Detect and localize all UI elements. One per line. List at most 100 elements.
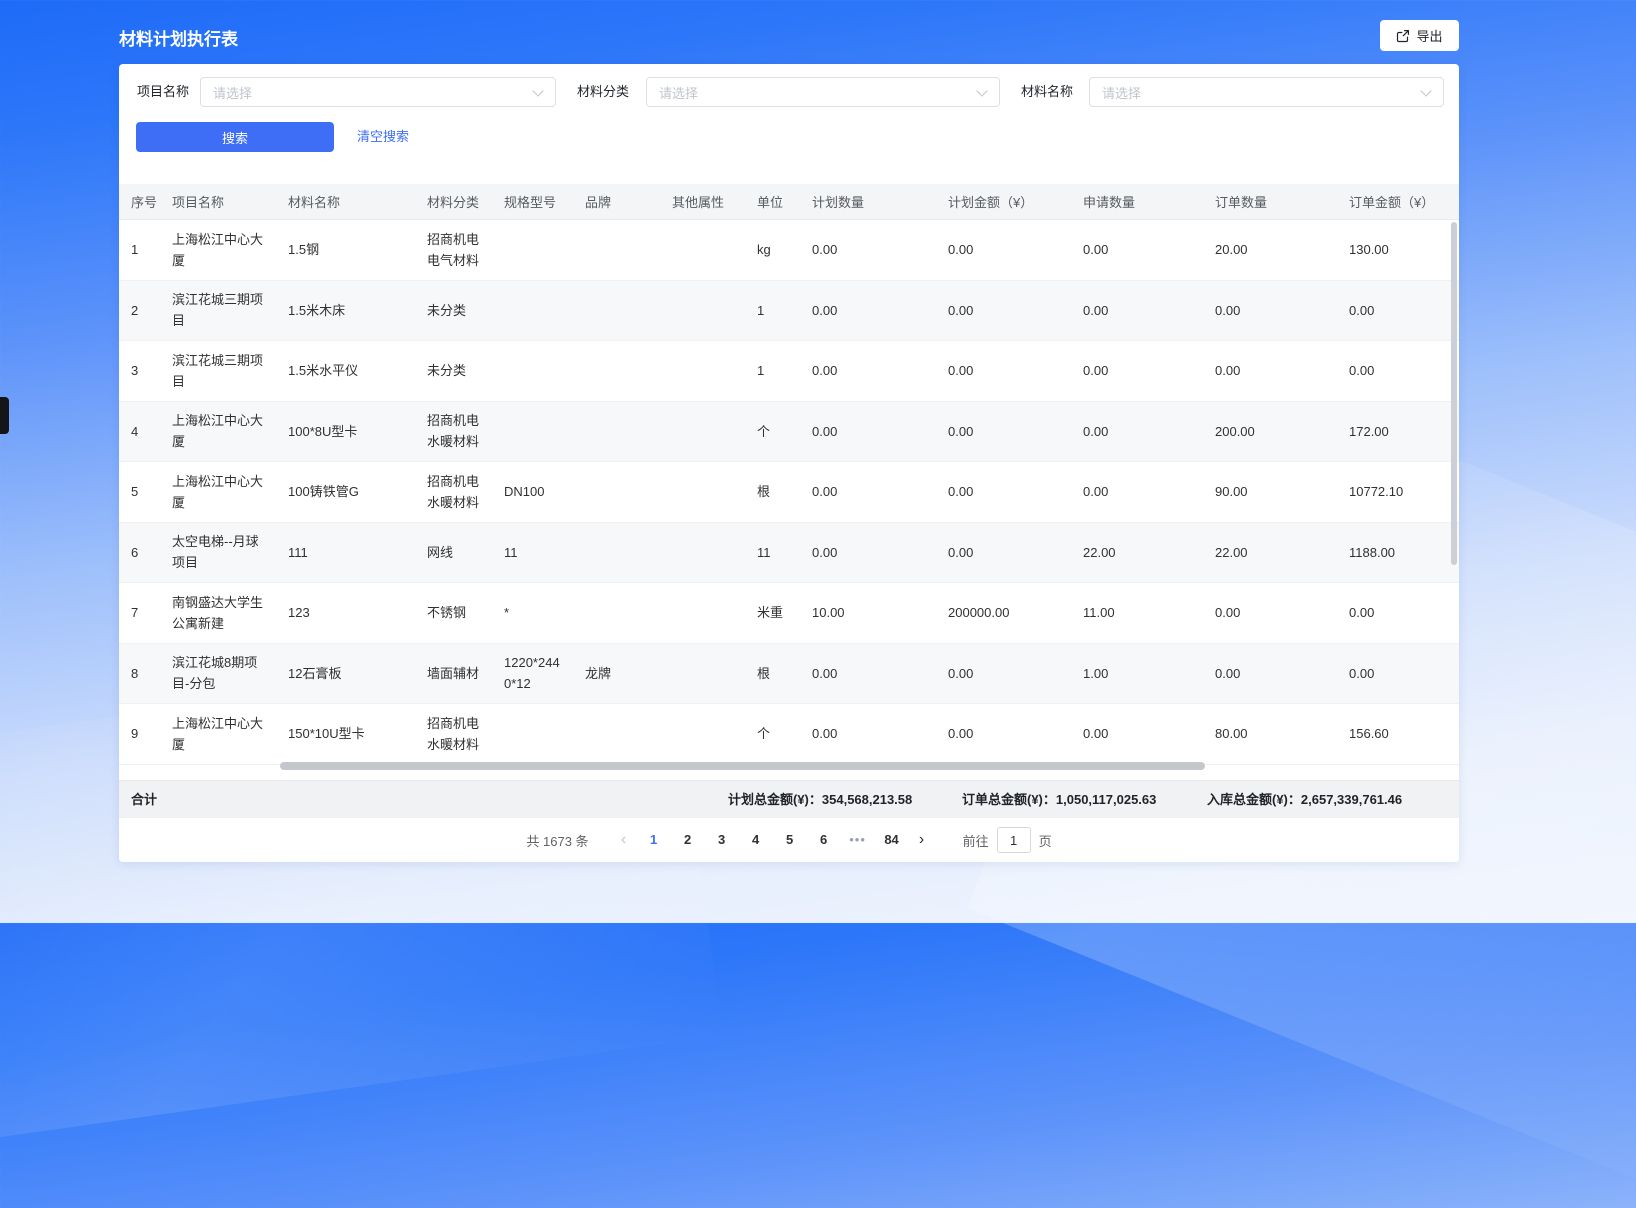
table-cell: 1	[745, 341, 800, 401]
pagination-page[interactable]: 84	[877, 826, 907, 854]
table-cell: 100*8U型卡	[276, 402, 415, 462]
drawer-toggle[interactable]	[0, 397, 9, 434]
table-cell: 0.00	[800, 704, 936, 764]
table-cell: 滨江花城三期项目	[160, 281, 276, 341]
material-name-select[interactable]: 请选择	[1089, 77, 1444, 107]
table-cell: 滨江花城三期项目	[160, 341, 276, 401]
table-cell: 200.00	[1203, 402, 1337, 462]
search-button[interactable]: 搜索	[136, 122, 334, 152]
table-cell: 滨江花城8期项目-分包	[160, 644, 276, 704]
table-cell: 0.00	[800, 462, 936, 522]
table-cell: 0.00	[1203, 644, 1337, 704]
clear-search-link[interactable]: 清空搜索	[357, 122, 409, 152]
table-cell: 0.00	[936, 402, 1071, 462]
pagination-next-button[interactable]: ›	[909, 831, 935, 849]
goto-label: 前往	[963, 831, 989, 850]
column-header: 计划数量	[800, 184, 936, 219]
column-header: 订单数量	[1203, 184, 1337, 219]
table-cell: 22.00	[1203, 523, 1337, 583]
chevron-down-icon	[1420, 85, 1431, 96]
table-cell: 0.00	[1337, 583, 1459, 643]
table-cell	[573, 462, 660, 522]
table-cell	[573, 523, 660, 583]
table-cell: 0.00	[800, 523, 936, 583]
table-row: 8滨江花城8期项目-分包12石膏板墙面辅材1220*2440*12龙牌根0.00…	[119, 644, 1459, 705]
pagination-page[interactable]: 2	[673, 826, 703, 854]
table-cell: 上海松江中心大厦	[160, 462, 276, 522]
table-row: 2滨江花城三期项目1.5米木床未分类10.000.000.000.000.00	[119, 281, 1459, 342]
table-cell: 0.00	[800, 220, 936, 280]
table-cell: 11	[745, 523, 800, 583]
pagination-page[interactable]: 3	[707, 826, 737, 854]
table-cell: 太空电梯--月球项目	[160, 523, 276, 583]
table-row: 5上海松江中心大厦100铸铁管G招商机电水暖材料DN100根0.000.000.…	[119, 462, 1459, 523]
table-cell	[573, 341, 660, 401]
table-cell: 0.00	[1203, 583, 1337, 643]
column-header: 项目名称	[160, 184, 276, 219]
table-cell: 200000.00	[936, 583, 1071, 643]
table-cell: 150*10U型卡	[276, 704, 415, 764]
column-header: 品牌	[573, 184, 660, 219]
table-cell: 0.00	[1071, 462, 1203, 522]
table-cell: 10772.10	[1337, 462, 1459, 522]
column-header: 材料分类	[415, 184, 492, 219]
table-cell: 20.00	[1203, 220, 1337, 280]
table-cell	[660, 583, 745, 643]
table-cell: 11.00	[1071, 583, 1203, 643]
table-cell	[573, 583, 660, 643]
page-title: 材料计划执行表	[119, 25, 238, 50]
pagination-prev-button[interactable]: ‹	[611, 831, 637, 849]
table-cell	[492, 402, 573, 462]
table-cell: 龙牌	[573, 644, 660, 704]
table-cell: 根	[745, 644, 800, 704]
table-cell	[660, 462, 745, 522]
summary-row: 合计 计划总金额(¥)：354,568,213.58 订单总金额(¥)：1,05…	[119, 780, 1459, 818]
pagination-page[interactable]: 1	[639, 826, 669, 854]
table-cell	[492, 281, 573, 341]
table-cell: 招商机电电气材料	[415, 220, 492, 280]
table-cell: 0.00	[800, 402, 936, 462]
material-category-select[interactable]: 请选择	[646, 77, 1000, 107]
table-cell: 0.00	[800, 341, 936, 401]
table-cell: 0.00	[1337, 341, 1459, 401]
table-cell: 0.00	[1071, 281, 1203, 341]
table-cell: 个	[745, 704, 800, 764]
goto-page-group: 前往 页	[963, 827, 1052, 853]
pagination-page[interactable]: 5	[775, 826, 805, 854]
table-cell: 不锈钢	[415, 583, 492, 643]
export-button-label: 导出	[1416, 26, 1442, 45]
goto-page-input[interactable]	[997, 827, 1031, 853]
column-header: 计划金额（¥）	[936, 184, 1071, 219]
export-button[interactable]: 导出	[1380, 20, 1459, 51]
table-cell	[573, 281, 660, 341]
table-cell: 130.00	[1337, 220, 1459, 280]
project-name-select[interactable]: 请选择	[200, 77, 556, 107]
table-body: 1上海松江中心大厦1.5钢招商机电电气材料kg0.000.000.0020.00…	[119, 220, 1459, 780]
table-cell: 1.5钢	[276, 220, 415, 280]
pagination-page[interactable]: 4	[741, 826, 771, 854]
table-cell: 0.00	[1071, 220, 1203, 280]
table-cell: 1220*2440*12	[492, 644, 573, 704]
table-cell: 123	[276, 583, 415, 643]
table-row: 3滨江花城三期项目1.5米水平仪未分类10.000.000.000.000.00	[119, 341, 1459, 402]
table-cell: 22.00	[1071, 523, 1203, 583]
table-row: 9上海松江中心大厦150*10U型卡招商机电水暖材料个0.000.000.008…	[119, 704, 1459, 765]
table-row: 6太空电梯--月球项目111网线11110.000.0022.0022.0011…	[119, 523, 1459, 584]
horizontal-scrollbar[interactable]	[280, 762, 1205, 770]
order-total-amount: 订单总金额(¥)：1,050,117,025.63	[962, 781, 1156, 819]
summary-item-value: 2,657,339,761.46	[1301, 792, 1402, 807]
table-cell	[660, 704, 745, 764]
summary-item-label: 计划总金额(¥)：	[728, 792, 822, 807]
table-cell: 0.00	[1203, 281, 1337, 341]
table-cell: 1188.00	[1337, 523, 1459, 583]
pagination-page[interactable]: 6	[809, 826, 839, 854]
table-header-row: 序号项目名称材料名称材料分类规格型号品牌其他属性单位计划数量计划金额（¥）申请数…	[119, 184, 1459, 220]
table-cell	[660, 341, 745, 401]
pagination-ellipsis[interactable]: •••	[843, 826, 873, 854]
export-icon	[1396, 29, 1410, 43]
inbound-total-amount: 入库总金额(¥)：2,657,339,761.46	[1207, 781, 1402, 819]
summary-item-value: 354,568,213.58	[822, 792, 912, 807]
table-cell	[573, 704, 660, 764]
table-cell: 100铸铁管G	[276, 462, 415, 522]
vertical-scrollbar[interactable]	[1451, 222, 1457, 565]
